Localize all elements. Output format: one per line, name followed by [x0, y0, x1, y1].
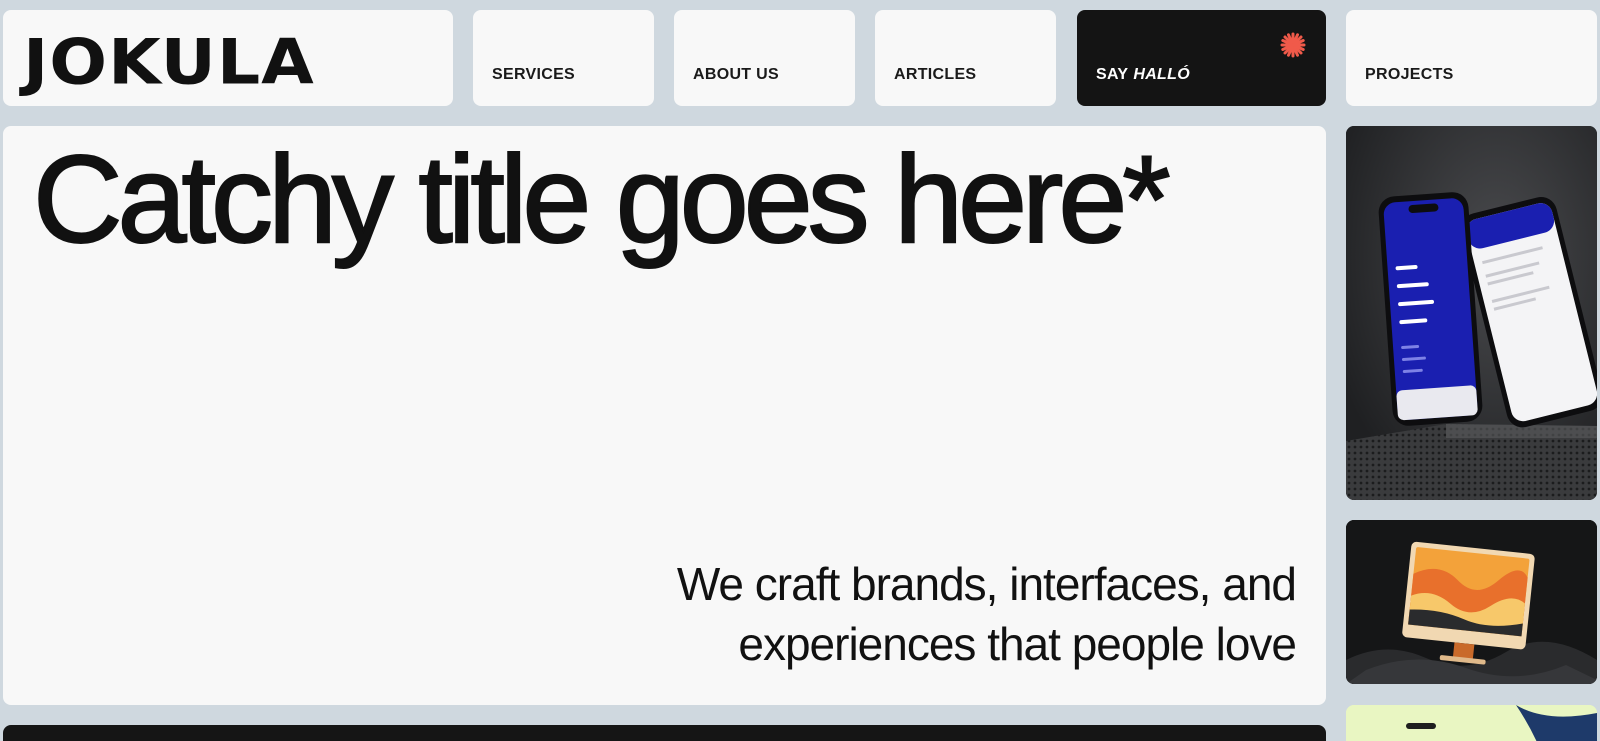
nav-articles[interactable]: ARTICLES	[875, 10, 1056, 106]
hero-tagline-line-2: experiences that people love	[738, 618, 1297, 671]
logo-card[interactable]: JOKULA	[3, 10, 453, 106]
hero-title: Catchy title goes here*	[32, 131, 1172, 270]
nav-about-us[interactable]: ABOUT US	[674, 10, 855, 106]
hero-section: Catchy title goes here* We craft brands,…	[3, 126, 1326, 705]
project-image-phones[interactable]	[1346, 126, 1597, 500]
nav-projects-label: PROJECTS	[1365, 66, 1454, 83]
nav-say-label: SAY	[1096, 66, 1129, 83]
nav-about-label: ABOUT US	[693, 66, 779, 83]
nav-say-hallo[interactable]: SAY HALLÓ	[1077, 10, 1326, 106]
logo[interactable]: JOKULA	[23, 32, 315, 95]
page: JOKULA SERVICES ABOUT US ARTICLES SAY HA…	[0, 0, 1600, 741]
nav-services[interactable]: SERVICES	[473, 10, 654, 106]
nav-services-label: SERVICES	[492, 66, 576, 83]
project-image-monitor[interactable]	[1346, 520, 1597, 684]
nav-hallo-label: HALLÓ	[1133, 66, 1190, 83]
asterisk-icon	[1280, 32, 1306, 58]
hero-tagline-line-1: We craft brands, interfaces, and	[676, 558, 1297, 611]
nav-articles-label: ARTICLES	[894, 66, 977, 83]
project-image-green[interactable]	[1346, 705, 1597, 741]
bottom-section	[3, 725, 1326, 741]
hero-tagline: We craft brands, interfaces, and experie…	[576, 555, 1297, 675]
nav-projects[interactable]: PROJECTS	[1346, 10, 1597, 106]
